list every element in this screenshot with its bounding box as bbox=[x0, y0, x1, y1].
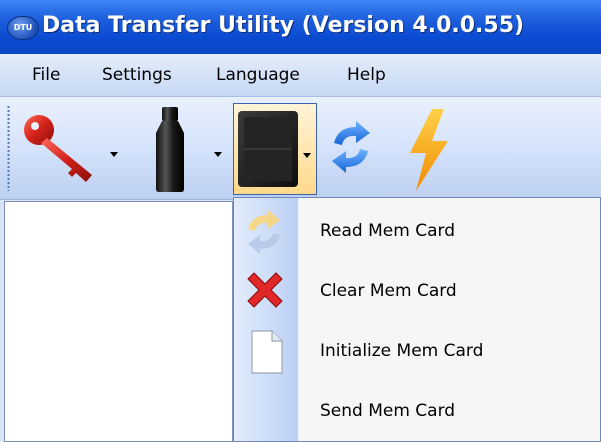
menu-language[interactable]: Language bbox=[216, 65, 300, 85]
refresh-icon bbox=[332, 121, 370, 173]
bottle-device-icon bbox=[156, 107, 184, 192]
device-button[interactable] bbox=[140, 99, 228, 195]
refresh-faded-icon bbox=[248, 210, 280, 254]
lightning-icon bbox=[410, 109, 448, 191]
menu-item-label: Read Mem Card bbox=[320, 221, 455, 241]
menu-help[interactable]: Help bbox=[347, 65, 386, 85]
memory-card-button[interactable] bbox=[233, 103, 317, 195]
window-title: Data Transfer Utility (Version 4.0.0.55) bbox=[42, 13, 525, 38]
key-dropdown-arrow[interactable] bbox=[110, 152, 118, 157]
menu-item-send-mem-card[interactable]: Send Mem Card bbox=[234, 381, 600, 441]
memory-card-dropdown-arrow[interactable] bbox=[303, 153, 311, 158]
menu-settings[interactable]: Settings bbox=[102, 65, 172, 85]
title-bar: DTU Data Transfer Utility (Version 4.0.0… bbox=[0, 0, 601, 54]
refresh-button[interactable] bbox=[326, 99, 376, 195]
menu-item-label: Initialize Mem Card bbox=[320, 341, 484, 361]
blank-page-icon bbox=[251, 330, 283, 374]
key-icon bbox=[24, 115, 92, 182]
memory-card-menu: Read Mem Card Clear Mem Card Initialize … bbox=[233, 197, 601, 442]
menu-item-clear-mem-card[interactable]: Clear Mem Card bbox=[234, 261, 600, 321]
device-dropdown-arrow[interactable] bbox=[214, 152, 222, 157]
menu-item-read-mem-card[interactable]: Read Mem Card bbox=[234, 201, 600, 261]
menu-file[interactable]: File bbox=[32, 65, 60, 85]
toolbar bbox=[0, 97, 601, 200]
content-panel[interactable] bbox=[4, 201, 233, 442]
key-button[interactable] bbox=[20, 99, 120, 195]
menu-item-initialize-mem-card[interactable]: Initialize Mem Card bbox=[234, 321, 600, 381]
toolbar-grip[interactable] bbox=[7, 105, 10, 191]
menu-item-label: Send Mem Card bbox=[320, 401, 456, 421]
memory-card-icon bbox=[238, 111, 298, 187]
red-x-icon bbox=[247, 272, 283, 308]
menu-item-label: Clear Mem Card bbox=[320, 281, 457, 301]
lightning-button[interactable] bbox=[400, 99, 454, 195]
menu-bar: File Settings Language Help bbox=[0, 54, 601, 97]
app-logo-icon: DTU bbox=[7, 16, 39, 40]
